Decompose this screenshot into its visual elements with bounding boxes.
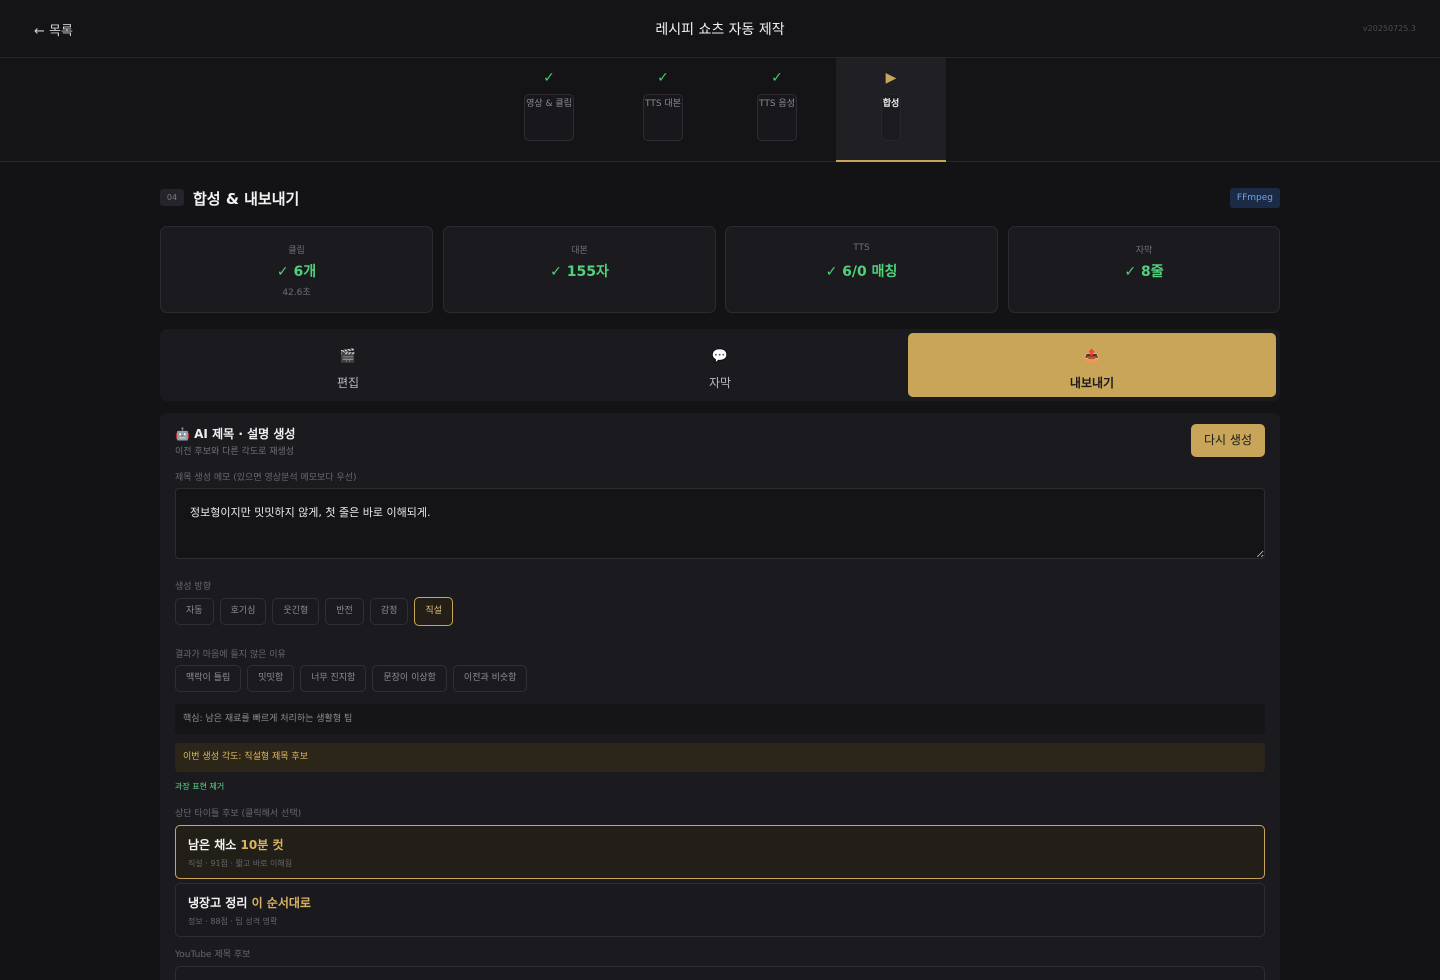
youtube-title-label: YouTube 제목 후보 (175, 950, 251, 960)
memo-label: 제목 생성 메모 (있으면 영상분석 메모보다 우선) (175, 473, 357, 483)
top-title-label: 상단 타이틀 후보 (클릭해서 선택) (175, 809, 302, 819)
direction-chips: 자동 호기심 웃긴형 반전 감정 직설 (175, 597, 453, 626)
generation-angle: 이번 생성 각도: 직설형 제목 후보 (175, 743, 1265, 772)
reason-chip-awkward-sentence[interactable]: 문장이 이상함 (372, 665, 447, 692)
clapperboard-icon: 🎬 (339, 349, 357, 364)
stat-key: 클립 (288, 246, 305, 256)
tab-edit[interactable]: 🎬 편집 (164, 333, 532, 397)
play-icon: ▶ (885, 70, 897, 86)
ffmpeg-badge: FFmpeg (1229, 188, 1280, 208)
stat-value: ✓ 8줄 (1124, 264, 1164, 280)
candidate-meta: 정보 · 88점 · 팁 성격 명확 (188, 917, 278, 926)
stat-card-tts: TTS ✓ 6/0 매칭 (725, 226, 998, 313)
stat-value: ✓ 6개 (276, 264, 317, 280)
candidate-title: 남은 채소 10분 컷 (188, 836, 284, 853)
direction-chip-direct[interactable]: 직설 (414, 597, 453, 626)
exaggeration-removed-note: 과장 표현 제거 (175, 782, 225, 791)
reason-chip-similar-previous[interactable]: 이전과 비슷함 (452, 665, 528, 692)
check-icon: ✓ (543, 70, 555, 86)
ai-panel-subtitle: 이전 후보와 다른 각도로 재생성 (175, 447, 295, 457)
direction-chip-emotion[interactable]: 감정 (369, 598, 409, 625)
ai-title-panel: 🤖 AI 제목 · 설명 생성 이전 후보와 다른 각도로 재생성 다시 생성 … (160, 413, 1280, 980)
step-compose[interactable]: ▶ 합성 (836, 58, 946, 162)
direction-label: 생성 방향 (175, 582, 211, 592)
stat-value: ✓ 6/0 매칭 (825, 264, 898, 280)
title-candidate-1[interactable]: 남은 채소 10분 컷 직설 · 91점 · 짧고 바로 이해됨 (175, 825, 1265, 879)
step-progress: ✓ 영상 & 클립 ✓ TTS 대본 ✓ TTS 음성 ▶ 합성 (0, 58, 1440, 162)
candidate-title-text: 남은 채소 (188, 838, 241, 852)
title-memo-input[interactable]: 정보형이지만 밋밋하지 않게, 첫 줄은 바로 이해되게. (175, 488, 1265, 559)
summary-stats: 클립 ✓ 6개 42.6초 대본 ✓ 155자 TTS ✓ 6/0 매칭 자막 … (160, 226, 1280, 313)
reason-chip-too-serious[interactable]: 너무 진지함 (300, 665, 367, 692)
ai-panel-title: 🤖 AI 제목 · 설명 생성 (175, 425, 295, 442)
stat-card-subtitles: 자막 ✓ 8줄 (1008, 226, 1280, 313)
reason-chip-wrong-context[interactable]: 맥락이 틀림 (175, 665, 242, 692)
youtube-title-candidate[interactable] (175, 966, 1265, 980)
title-candidate-2[interactable]: 냉장고 정리 이 순서대로 정보 · 88점 · 팁 성격 명확 (175, 883, 1265, 937)
direction-chip-funny[interactable]: 웃긴형 (272, 598, 320, 625)
reason-chip-bland[interactable]: 밋밋함 (247, 665, 295, 692)
candidate-title: 냉장고 정리 이 순서대로 (188, 894, 311, 911)
section-header: 04 합성 & 내보내기 FFmpeg (160, 186, 1280, 210)
direction-chip-auto[interactable]: 자동 (175, 598, 214, 625)
check-icon: ✓ (657, 70, 669, 86)
core-summary: 핵심: 남은 재료를 빠르게 처리하는 생활형 팁 (175, 704, 1265, 734)
tab-label: 자막 (708, 376, 732, 390)
speech-bubble-icon: 💬 (711, 349, 729, 364)
stat-card-clips: 클립 ✓ 6개 42.6초 (160, 226, 433, 313)
direction-chip-curiosity[interactable]: 호기심 (219, 598, 267, 625)
reason-chips: 맥락이 틀림 밋밋함 너무 진지함 문장이 이상함 이전과 비슷함 (175, 665, 528, 692)
version-label: v20250725.3 (1362, 24, 1416, 33)
stat-key: TTS (853, 243, 870, 253)
candidate-meta: 직설 · 91점 · 짧고 바로 이해됨 (188, 859, 293, 868)
stat-sub: 42.6초 (282, 288, 311, 298)
check-icon: ✓ (771, 70, 783, 86)
step-label: 영상 & 클립 (526, 99, 572, 109)
step-label: TTS 음성 (759, 99, 795, 109)
candidate-title-text: 냉장고 정리 (188, 896, 252, 910)
tab-label: 내보내기 (1069, 376, 1115, 390)
section-title: 합성 & 내보내기 (193, 190, 300, 208)
step-label: 합성 (882, 99, 900, 109)
step-tts-script[interactable]: ✓ TTS 대본 (643, 58, 683, 162)
outbox-icon: 📤 (1083, 349, 1101, 364)
step-tts-audio[interactable]: ✓ TTS 음성 (757, 58, 797, 162)
stat-key: 대본 (571, 246, 588, 256)
section-number: 04 (160, 189, 184, 206)
compose-tabs: 🎬 편집 💬 자막 📤 내보내기 (160, 329, 1280, 401)
tab-export[interactable]: 📤 내보내기 (908, 333, 1276, 397)
direction-chip-twist[interactable]: 반전 (325, 598, 364, 625)
top-bar: ← 목록 레시피 쇼츠 자동 제작 v20250725.3 (0, 0, 1440, 58)
reason-label: 결과가 마음에 들지 않은 이유 (175, 650, 286, 660)
step-video-clips[interactable]: ✓ 영상 & 클립 (524, 58, 574, 162)
robot-icon: 🤖 (175, 427, 190, 441)
stat-card-script: 대본 ✓ 155자 (443, 226, 716, 313)
stat-key: 자막 (1135, 246, 1153, 256)
candidate-title-highlight: 이 순서대로 (251, 896, 311, 910)
app-title: 레시피 쇼츠 자동 제작 (655, 22, 785, 38)
step-label: TTS 대본 (645, 99, 681, 109)
tab-subtitles[interactable]: 💬 자막 (536, 333, 904, 397)
ai-title-text: AI 제목 · 설명 생성 (194, 427, 296, 441)
regenerate-button[interactable]: 다시 생성 (1191, 424, 1265, 457)
candidate-title-highlight: 10분 컷 (240, 838, 284, 852)
stat-value: ✓ 155자 (550, 264, 609, 280)
tab-label: 편집 (336, 376, 360, 390)
